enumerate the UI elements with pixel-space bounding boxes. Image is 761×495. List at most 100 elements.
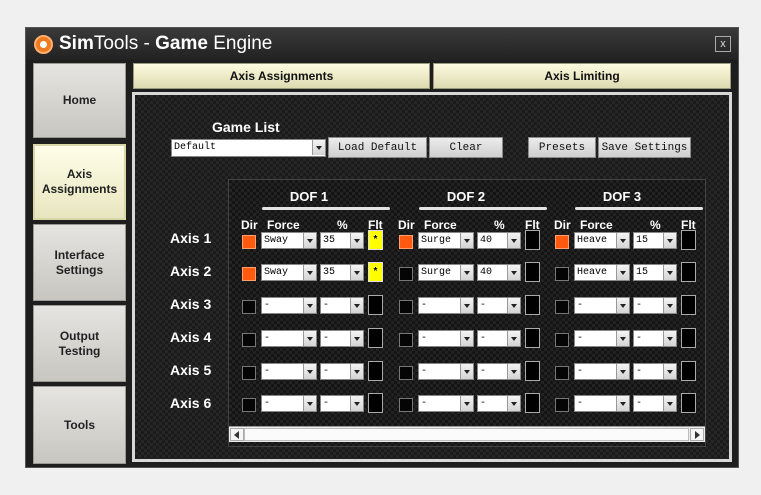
axis-6-dof-1-percent-select[interactable]: -: [320, 395, 364, 412]
axis-3-dof-1-dir-checkbox[interactable]: [242, 300, 256, 314]
axis-2-dof-1-flt-toggle[interactable]: *: [368, 262, 383, 282]
axis-6-dof-2-dir-checkbox[interactable]: [399, 398, 413, 412]
axis-4-dof-3-percent-select-value: -: [636, 333, 643, 344]
axis-1-dof-2-percent-select[interactable]: 40: [477, 232, 521, 249]
axis-4-dof-1-force-select[interactable]: -: [261, 330, 317, 347]
chevron-down-icon: [460, 331, 473, 346]
axis-2-dof-1-force-select[interactable]: Sway: [261, 264, 317, 281]
tab-axis-assignments[interactable]: Axis Assignments: [133, 63, 430, 89]
load-default-button[interactable]: Load Default: [328, 137, 427, 158]
axis-1-dof-2-percent-select-value: 40: [480, 235, 493, 246]
axis-3-dof-3-force-select[interactable]: -: [574, 297, 630, 314]
axis-4-dof-1-dir-checkbox[interactable]: [242, 333, 256, 347]
scroll-left-icon[interactable]: [230, 428, 244, 441]
clear-button[interactable]: Clear: [429, 137, 503, 158]
axis-4-dof-3-force-select[interactable]: -: [574, 330, 630, 347]
axis-5-dof-2-dir-checkbox[interactable]: [399, 366, 413, 380]
axis-4-dof-1-percent-select[interactable]: -: [320, 330, 364, 347]
axis-2-dof-3-dir-checkbox[interactable]: [555, 267, 569, 281]
axis-1-dof-2-flt-toggle[interactable]: [525, 230, 540, 250]
close-button[interactable]: x: [715, 36, 731, 52]
axis-6-dof-1-flt-toggle[interactable]: [368, 393, 383, 413]
axis-6-dof-3-percent-select[interactable]: -: [633, 395, 677, 412]
axis-3-dof-2-dir-checkbox[interactable]: [399, 300, 413, 314]
scrollbar-thumb[interactable]: [244, 428, 689, 441]
save-settings-button[interactable]: Save Settings: [598, 137, 691, 158]
axis-2-dof-3-force-select[interactable]: Heave: [574, 264, 630, 281]
axis-6-dof-1-force-select-value: -: [264, 398, 271, 409]
axis-6-dof-2-percent-select[interactable]: -: [477, 395, 521, 412]
sidebar-item-interface-settings[interactable]: Interface Settings: [33, 224, 126, 301]
axis-5-dof-3-flt-toggle[interactable]: [681, 361, 696, 381]
axis-4-dof-2-force-select[interactable]: -: [418, 330, 474, 347]
axis-3-dof-1-force-select[interactable]: -: [261, 297, 317, 314]
sidebar-item-axis-assignments[interactable]: Axis Assignments: [33, 144, 126, 220]
chevron-down-icon: [303, 396, 316, 411]
axis-1-dof-3-flt-toggle[interactable]: [681, 230, 696, 250]
axis-4-dof-3-percent-select[interactable]: -: [633, 330, 677, 347]
axis-1-dof-3-force-select[interactable]: Heave: [574, 232, 630, 249]
axis-6-dof-1-force-select[interactable]: -: [261, 395, 317, 412]
axis-6-dof-2-flt-toggle[interactable]: [525, 393, 540, 413]
axis-2-dof-2-force-select[interactable]: Surge: [418, 264, 474, 281]
axis-2-dof-2-flt-toggle[interactable]: [525, 262, 540, 282]
axis-5-dof-1-force-select[interactable]: -: [261, 363, 317, 380]
axis-1-dof-1-flt-toggle[interactable]: *: [368, 230, 383, 250]
axis-6-dof-3-force-select[interactable]: -: [574, 395, 630, 412]
axis-5-dof-3-dir-checkbox[interactable]: [555, 366, 569, 380]
axis-5-dof-1-percent-select[interactable]: -: [320, 363, 364, 380]
axis-3-dof-2-flt-toggle[interactable]: [525, 295, 540, 315]
axis-6-dof-1-dir-checkbox[interactable]: [242, 398, 256, 412]
axis-2-dof-3-percent-select[interactable]: 15: [633, 264, 677, 281]
axis-6-dof-2-force-select[interactable]: -: [418, 395, 474, 412]
axis-2-dof-1-percent-select[interactable]: 35: [320, 264, 364, 281]
axis-2-dof-3-flt-toggle[interactable]: [681, 262, 696, 282]
axis-1-dof-1-dir-checkbox[interactable]: [242, 235, 256, 249]
axis-5-dof-1-dir-checkbox[interactable]: [242, 366, 256, 380]
axis-6-dof-3-flt-toggle[interactable]: [681, 393, 696, 413]
axis-3-dof-2-force-select[interactable]: -: [418, 297, 474, 314]
chevron-down-icon: [663, 233, 676, 248]
axis-1-dof-2-dir-checkbox[interactable]: [399, 235, 413, 249]
sidebar-item-output-testing[interactable]: Output Testing: [33, 305, 126, 382]
axis-3-dof-2-percent-select[interactable]: -: [477, 297, 521, 314]
axis-5-dof-1-flt-toggle[interactable]: [368, 361, 383, 381]
axis-4-dof-3-dir-checkbox[interactable]: [555, 333, 569, 347]
tab-axis-limiting[interactable]: Axis Limiting: [433, 63, 731, 89]
dir-header: Dir: [241, 218, 258, 232]
horizontal-scrollbar[interactable]: [229, 426, 705, 442]
scroll-right-icon[interactable]: [690, 428, 704, 441]
presets-button[interactable]: Presets: [528, 137, 596, 158]
axis-4-dof-2-flt-toggle[interactable]: [525, 328, 540, 348]
axis-4-dof-3-flt-toggle[interactable]: [681, 328, 696, 348]
sidebar-item-home[interactable]: Home: [33, 63, 126, 138]
axis-4-dof-1-percent-select-value: -: [323, 333, 330, 344]
axis-5-dof-2-flt-toggle[interactable]: [525, 361, 540, 381]
axis-3-dof-1-percent-select[interactable]: -: [320, 297, 364, 314]
axis-5-dof-2-force-select[interactable]: -: [418, 363, 474, 380]
axis-1-dof-1-force-select[interactable]: Sway: [261, 232, 317, 249]
axis-3-dof-3-dir-checkbox[interactable]: [555, 300, 569, 314]
axis-4-dof-1-flt-toggle[interactable]: [368, 328, 383, 348]
game-list-select[interactable]: Default: [171, 139, 326, 157]
axis-2-dof-2-dir-checkbox[interactable]: [399, 267, 413, 281]
axis-5-dof-2-percent-select[interactable]: -: [477, 363, 521, 380]
sidebar-item-tools[interactable]: Tools: [33, 386, 126, 464]
axis-2-dof-2-percent-select[interactable]: 40: [477, 264, 521, 281]
axis-6-dof-3-dir-checkbox[interactable]: [555, 398, 569, 412]
axis-1-dof-3-percent-select[interactable]: 15: [633, 232, 677, 249]
axis-3-dof-3-flt-toggle[interactable]: [681, 295, 696, 315]
axis-3-dof-3-percent-select[interactable]: -: [633, 297, 677, 314]
axis-1-dof-2-force-select[interactable]: Surge: [418, 232, 474, 249]
axis-3-dof-1-flt-toggle[interactable]: [368, 295, 383, 315]
axis-1-dof-3-dir-checkbox[interactable]: [555, 235, 569, 249]
axis-4-dof-2-dir-checkbox[interactable]: [399, 333, 413, 347]
axis-2-dof-1-dir-checkbox[interactable]: [242, 267, 256, 281]
axis-2-dof-3-percent-select-value: 15: [636, 267, 649, 278]
axis-5-dof-2-force-select-value: -: [421, 366, 428, 377]
axis-4-dof-2-percent-select[interactable]: -: [477, 330, 521, 347]
axis-1-dof-1-percent-select[interactable]: 35: [320, 232, 364, 249]
axis-4-dof-1-force-select-value: -: [264, 333, 271, 344]
axis-5-dof-3-force-select[interactable]: -: [574, 363, 630, 380]
axis-5-dof-3-percent-select[interactable]: -: [633, 363, 677, 380]
